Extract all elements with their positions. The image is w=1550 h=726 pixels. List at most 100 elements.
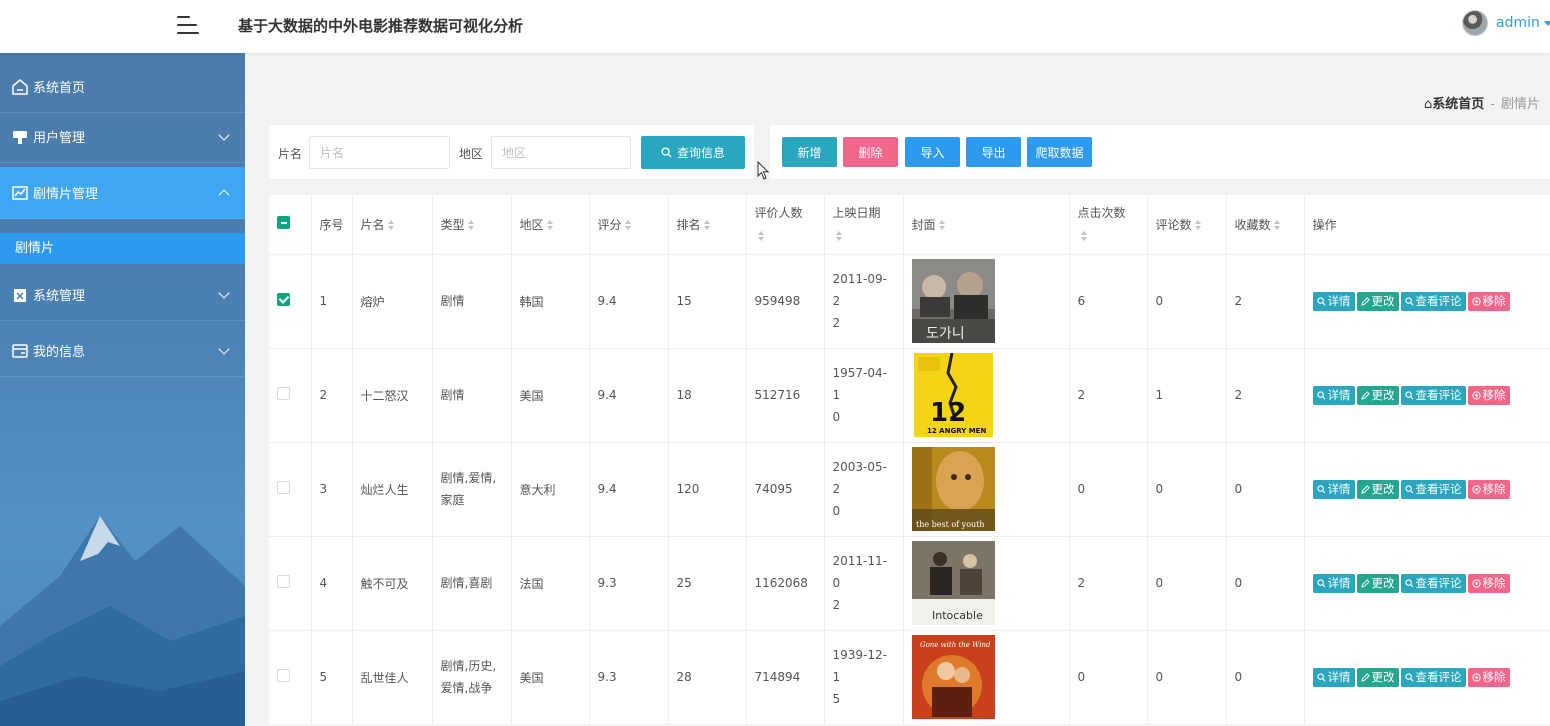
row-checkbox[interactable] bbox=[277, 481, 290, 494]
view-comments-button[interactable]: 查看评论 bbox=[1400, 479, 1466, 499]
poster-image[interactable]: 도가니 bbox=[911, 259, 995, 343]
svg-text:12: 12 bbox=[930, 398, 966, 428]
col-comments[interactable]: 评论数 bbox=[1147, 195, 1227, 255]
row-checkbox[interactable] bbox=[277, 387, 290, 400]
cell-release-date: 1957-04-1 0 bbox=[824, 348, 904, 443]
sidebar: 系统首页 用户管理 剧情片管理 剧情片 系统管理 我的信息 bbox=[0, 53, 245, 726]
detail-button[interactable]: 详情 bbox=[1312, 573, 1355, 593]
col-score[interactable]: 评分 bbox=[589, 195, 669, 255]
breadcrumb: ⌂系统首页 - 剧情片 bbox=[1424, 93, 1540, 112]
edit-button[interactable]: 更改 bbox=[1356, 573, 1399, 593]
poster-image[interactable]: 12 12 ANGRY MEN bbox=[912, 353, 995, 437]
breadcrumb-home[interactable]: 系统首页 bbox=[1432, 97, 1484, 112]
edit-button[interactable]: 更改 bbox=[1356, 667, 1399, 687]
delete-button[interactable]: 删除 bbox=[843, 137, 898, 167]
sidebar-item-home[interactable]: 系统首页 bbox=[0, 61, 245, 113]
detail-button[interactable]: 详情 bbox=[1312, 291, 1355, 311]
remove-button[interactable]: 移除 bbox=[1467, 667, 1510, 687]
add-button[interactable]: 新增 bbox=[782, 137, 837, 167]
cell-rank: 120 bbox=[668, 442, 747, 537]
mountain-background bbox=[0, 516, 245, 726]
cell-name: 熔炉 bbox=[352, 254, 433, 349]
chevron-up-icon bbox=[218, 189, 230, 201]
cell-rank: 25 bbox=[668, 536, 747, 631]
cell-clicks: 0 bbox=[1069, 630, 1148, 725]
cell-operations: 详情 更改 查看评论 移除 bbox=[1304, 630, 1550, 725]
user-menu[interactable]: admin bbox=[1462, 10, 1550, 36]
cell-clicks: 2 bbox=[1069, 536, 1148, 631]
sidebar-item-users[interactable]: 用户管理 bbox=[0, 111, 245, 163]
sort-icon[interactable] bbox=[835, 230, 843, 241]
sidebar-item-my-info[interactable]: 我的信息 bbox=[0, 325, 245, 377]
sort-icon[interactable] bbox=[467, 220, 475, 231]
col-cover[interactable]: 封面 bbox=[903, 195, 1070, 255]
search-icon bbox=[1404, 578, 1413, 587]
row-checkbox[interactable] bbox=[277, 669, 290, 682]
detail-button[interactable]: 详情 bbox=[1312, 667, 1355, 687]
detail-button[interactable]: 详情 bbox=[1312, 385, 1355, 405]
cell-operations: 详情 更改 查看评论 移除 bbox=[1304, 254, 1550, 349]
edit-button[interactable]: 更改 bbox=[1356, 479, 1399, 499]
cell-clicks: 0 bbox=[1069, 442, 1148, 537]
top-header: 基于大数据的中外电影推荐数据可视化分析 admin bbox=[0, 0, 1550, 53]
view-comments-button[interactable]: 查看评论 bbox=[1400, 291, 1466, 311]
poster-image[interactable]: Intocable bbox=[911, 541, 995, 625]
svg-text:the best of youth: the best of youth bbox=[916, 520, 985, 529]
sort-icon[interactable] bbox=[624, 220, 632, 231]
cell-favorites: 0 bbox=[1226, 630, 1305, 725]
export-button[interactable]: 导出 bbox=[966, 137, 1021, 167]
cell-comments: 0 bbox=[1147, 630, 1227, 725]
row-checkbox[interactable] bbox=[277, 575, 290, 588]
sort-icon[interactable] bbox=[387, 220, 395, 231]
col-type[interactable]: 类型 bbox=[432, 195, 512, 255]
name-search-input[interactable] bbox=[309, 136, 450, 169]
sort-icon[interactable] bbox=[546, 220, 554, 231]
remove-button[interactable]: 移除 bbox=[1467, 385, 1510, 405]
menu-toggle-icon[interactable] bbox=[177, 14, 199, 36]
remove-button[interactable]: 移除 bbox=[1467, 291, 1510, 311]
poster-image[interactable]: the best of youth bbox=[911, 447, 995, 531]
table-row: 1 熔炉 剧情 韩国 9.4 15 959498 2011-09-22 도가니 bbox=[269, 254, 1550, 349]
sidebar-item-system[interactable]: 系统管理 bbox=[0, 269, 245, 321]
col-clicks[interactable]: 点击次数 bbox=[1069, 195, 1148, 255]
remove-button[interactable]: 移除 bbox=[1467, 573, 1510, 593]
sort-icon[interactable] bbox=[1273, 220, 1281, 231]
select-all-checkbox[interactable] bbox=[277, 216, 290, 230]
view-comments-button[interactable]: 查看评论 bbox=[1400, 385, 1466, 405]
region-search-input[interactable] bbox=[491, 136, 631, 169]
sort-icon[interactable] bbox=[938, 220, 946, 231]
col-rank[interactable]: 排名 bbox=[668, 195, 747, 255]
detail-button[interactable]: 详情 bbox=[1312, 479, 1355, 499]
remove-button[interactable]: 移除 bbox=[1467, 479, 1510, 499]
cell-operations: 详情 更改 查看评论 移除 bbox=[1304, 442, 1550, 537]
sidebar-item-drama-management[interactable]: 剧情片管理 bbox=[0, 167, 245, 219]
edit-button[interactable]: 更改 bbox=[1356, 385, 1399, 405]
import-button[interactable]: 导入 bbox=[905, 137, 960, 167]
view-comments-button[interactable]: 查看评论 bbox=[1400, 573, 1466, 593]
col-release-date[interactable]: 上映日期 bbox=[824, 195, 904, 255]
poster-image[interactable]: Gone with the Wind bbox=[911, 635, 995, 719]
sort-icon[interactable] bbox=[757, 230, 765, 241]
sort-icon[interactable] bbox=[703, 220, 711, 231]
sidebar-subitem-drama[interactable]: 剧情片 bbox=[0, 233, 245, 264]
search-button[interactable]: 查询信息 bbox=[641, 136, 745, 169]
sort-icon[interactable] bbox=[1194, 220, 1202, 231]
col-name[interactable]: 片名 bbox=[352, 195, 433, 255]
search-icon bbox=[1316, 390, 1325, 399]
crawl-data-button[interactable]: 爬取数据 bbox=[1027, 137, 1092, 167]
col-region[interactable]: 地区 bbox=[511, 195, 590, 255]
sidebar-item-label: 用户管理 bbox=[33, 131, 86, 146]
cell-region: 法国 bbox=[511, 536, 590, 631]
edit-button[interactable]: 更改 bbox=[1356, 291, 1399, 311]
search-icon bbox=[1404, 484, 1413, 493]
col-favorites[interactable]: 收藏数 bbox=[1226, 195, 1305, 255]
col-raters[interactable]: 评价人数 bbox=[746, 195, 825, 255]
user-icon bbox=[11, 128, 29, 146]
row-checkbox[interactable] bbox=[277, 293, 290, 306]
caret-down-icon bbox=[1543, 20, 1550, 26]
sort-icon[interactable] bbox=[1080, 230, 1088, 241]
pencil-icon bbox=[1360, 578, 1370, 588]
cell-score: 9.3 bbox=[589, 630, 669, 725]
cell-comments: 0 bbox=[1147, 442, 1227, 537]
view-comments-button[interactable]: 查看评论 bbox=[1400, 667, 1466, 687]
